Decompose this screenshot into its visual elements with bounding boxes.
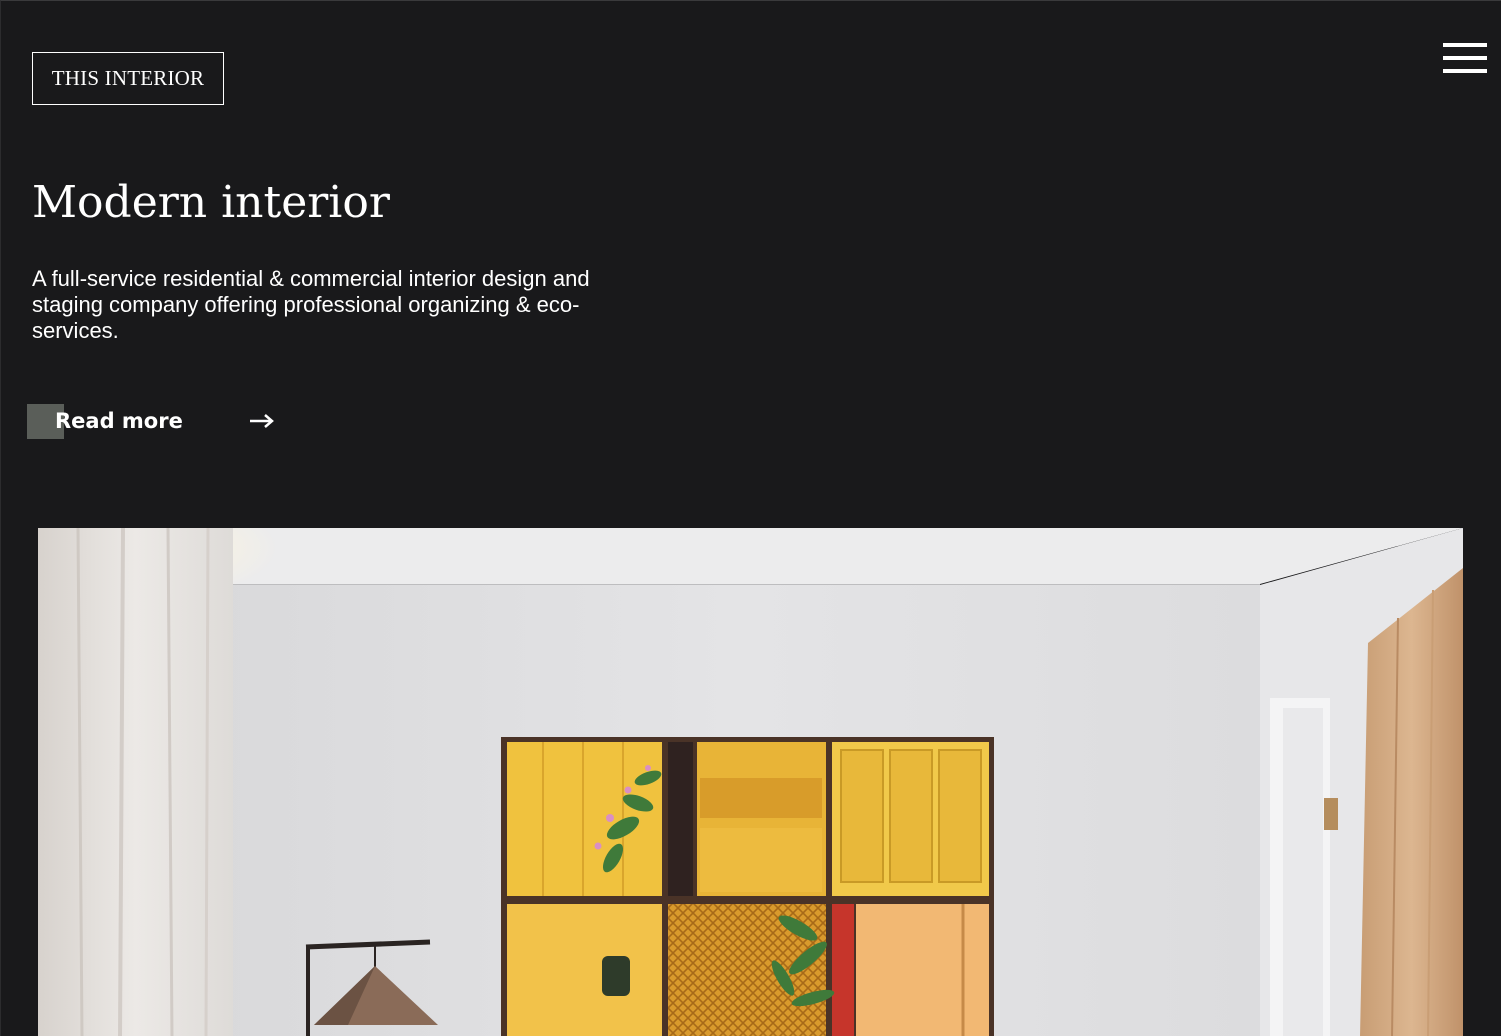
menu-bar [1443, 43, 1487, 47]
hero-title: Modern interior [32, 177, 390, 228]
menu-bar [1443, 56, 1487, 60]
read-more-button[interactable]: Read more [27, 404, 287, 439]
menu-bar [1443, 69, 1487, 73]
arrow-right-icon [250, 414, 274, 428]
page: THIS INTERIOR Modern interior A full-ser… [0, 0, 1501, 1036]
read-more-label: Read more [55, 409, 183, 433]
site-logo[interactable]: THIS INTERIOR [32, 52, 224, 105]
hamburger-menu-icon[interactable] [1443, 43, 1487, 73]
logo-text: THIS INTERIOR [51, 66, 205, 90]
interior-photo [38, 528, 1463, 1036]
hero-description: A full-service residential & commercial … [32, 266, 590, 343]
hero-image [38, 528, 1463, 1036]
